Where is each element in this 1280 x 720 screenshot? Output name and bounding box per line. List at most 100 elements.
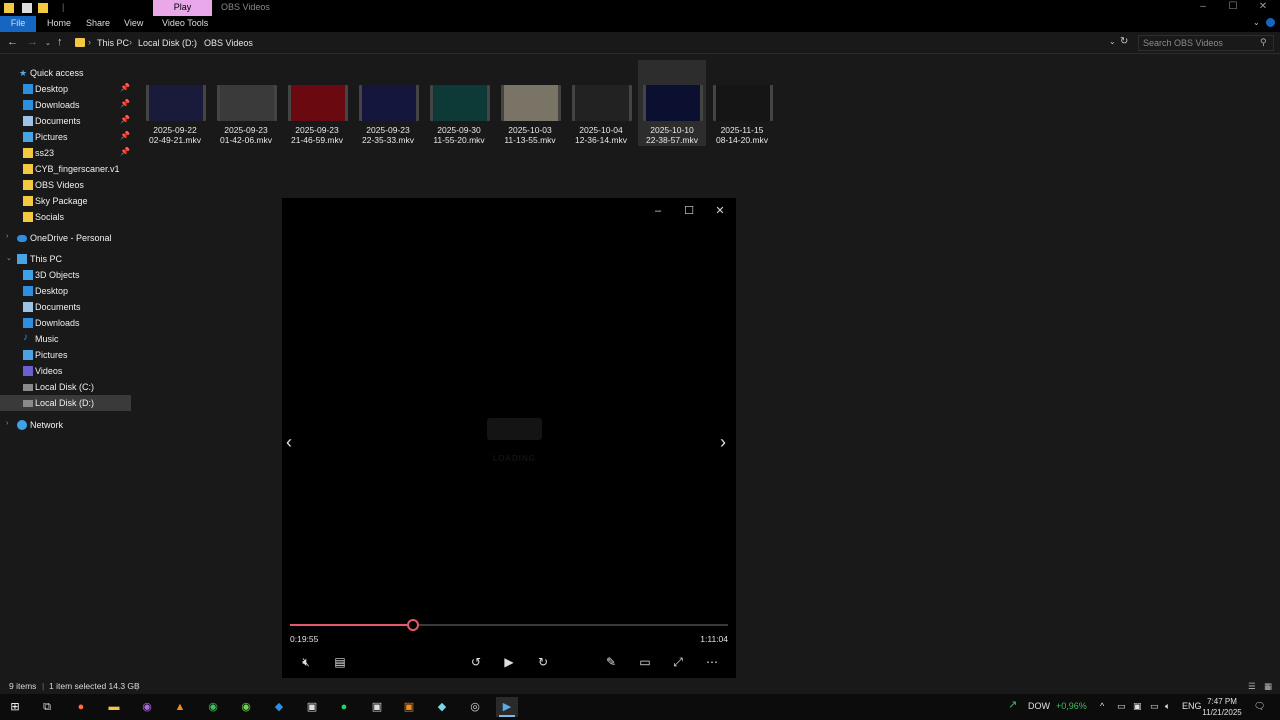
refresh-icon[interactable]: ↻ bbox=[1120, 36, 1128, 47]
pin-icon[interactable]: 📌 bbox=[120, 115, 130, 124]
seek-thumb[interactable] bbox=[406, 619, 419, 631]
details-view-icon[interactable]: ☰ bbox=[1248, 681, 1256, 692]
crumb-separator[interactable]: › bbox=[88, 37, 91, 47]
fullscreen-icon[interactable]: ⤢ bbox=[666, 653, 690, 671]
next-arrow-icon[interactable]: › bbox=[720, 432, 726, 453]
seek-bar[interactable] bbox=[290, 619, 728, 631]
edit-pencil-icon[interactable]: ✎ bbox=[599, 653, 623, 671]
pin-icon[interactable]: 📌 bbox=[120, 83, 130, 92]
sidebar-item-videos[interactable]: Videos bbox=[0, 363, 131, 379]
show-hidden-icons[interactable]: ^ bbox=[1100, 701, 1104, 711]
crumb-separator[interactable]: › bbox=[129, 37, 132, 47]
collapse-chevron-icon[interactable]: ⌄ bbox=[6, 254, 12, 262]
file-tile[interactable]: 2025-09-23 01-42-06.mkv bbox=[212, 60, 280, 146]
sidebar-item-pc-documents[interactable]: Documents bbox=[0, 299, 131, 315]
expand-chevron-icon[interactable]: › bbox=[6, 420, 8, 427]
address-dropdown-icon[interactable]: ⌄ bbox=[1109, 37, 1116, 46]
browser-icon[interactable]: ◉ bbox=[136, 697, 158, 717]
large-icons-view-icon[interactable]: ▦ bbox=[1264, 681, 1272, 692]
vscode-icon[interactable]: ◆ bbox=[268, 697, 290, 717]
file-tile[interactable]: 2025-10-03 11-13-55.mkv bbox=[496, 60, 564, 146]
firefox-icon[interactable]: ● bbox=[70, 697, 92, 717]
volume-icon[interactable]: 🔈︎ bbox=[1165, 701, 1170, 712]
skip-forward-30-icon[interactable]: ↻ bbox=[531, 653, 555, 671]
media-player-icon[interactable]: ▶ bbox=[496, 697, 518, 717]
app-cyan-icon[interactable]: ◆ bbox=[431, 697, 453, 717]
start-windows-icon[interactable]: ⊞ bbox=[4, 697, 26, 717]
address-bar[interactable]: › This PC › Local Disk (D:) › OBS Videos… bbox=[72, 35, 1134, 51]
sidebar-item-pc-downloads[interactable]: Downloads bbox=[0, 315, 131, 331]
player-minimize-button[interactable]: – bbox=[644, 202, 672, 220]
help-icon[interactable] bbox=[1266, 18, 1275, 27]
network-icon[interactable]: ▭ bbox=[1150, 701, 1159, 712]
crumb-separator[interactable]: › bbox=[194, 37, 197, 47]
mute-icon[interactable]: 🔇︎ bbox=[294, 653, 318, 671]
properties-icon[interactable] bbox=[22, 3, 32, 13]
sidebar-item-pictures[interactable]: Pictures 📌 bbox=[0, 129, 131, 145]
sidebar-item-music[interactable]: ♪ Music bbox=[0, 331, 131, 347]
player-close-button[interactable]: ✕ bbox=[706, 202, 734, 220]
sidebar-item-documents[interactable]: Documents 📌 bbox=[0, 113, 131, 129]
file-explorer-icon[interactable]: ▬ bbox=[103, 697, 125, 717]
tab-view[interactable]: View bbox=[124, 18, 143, 28]
pin-icon[interactable]: 📌 bbox=[120, 99, 130, 108]
minimize-button[interactable]: – bbox=[1188, 0, 1218, 16]
maximize-button[interactable]: ☐ bbox=[1218, 0, 1248, 16]
file-tile[interactable]: 2025-09-23 22-35-33.mkv bbox=[354, 60, 422, 146]
sidebar-item-pc-pictures[interactable]: Pictures bbox=[0, 347, 131, 363]
breadcrumb-obs-videos[interactable]: OBS Videos bbox=[204, 38, 253, 48]
sidebar-item-ss23[interactable]: ss23 📌 bbox=[0, 145, 131, 161]
app-green-icon[interactable]: ◉ bbox=[202, 697, 224, 717]
tab-file[interactable]: File bbox=[0, 16, 36, 32]
tab-home[interactable]: Home bbox=[47, 18, 71, 28]
sidebar-item-pc-desktop[interactable]: Desktop bbox=[0, 283, 131, 299]
breadcrumb-this-pc[interactable]: This PC bbox=[97, 38, 129, 48]
subtitles-icon[interactable]: ▤ bbox=[328, 653, 352, 671]
breadcrumb-local-disk-d[interactable]: Local Disk (D:) bbox=[138, 38, 197, 48]
recent-locations-icon[interactable]: ⌄ bbox=[45, 39, 51, 47]
file-tile[interactable]: 2025-10-04 12-36-14.mkv bbox=[567, 60, 635, 146]
forward-icon[interactable]: → bbox=[27, 36, 38, 48]
close-button[interactable]: ✕ bbox=[1248, 0, 1278, 16]
file-tile-selected[interactable]: 2025-10-10 22-38-57.mkv bbox=[638, 60, 706, 146]
previous-arrow-icon[interactable]: ‹ bbox=[286, 432, 292, 453]
sidebar-item-cyb-fingerscaner[interactable]: CYB_fingerscaner.v1 bbox=[0, 161, 131, 177]
file-tile[interactable]: 2025-09-23 21-46-59.mkv bbox=[283, 60, 351, 146]
stock-name[interactable]: DOW bbox=[1028, 701, 1050, 711]
app-lime-icon[interactable]: ◉ bbox=[235, 697, 257, 717]
file-tile[interactable]: 2025-09-22 02-49-21.mkv bbox=[141, 60, 209, 146]
sidebar-item-this-pc[interactable]: ⌄ This PC bbox=[0, 251, 131, 267]
spotify-icon[interactable]: ● bbox=[333, 697, 355, 717]
sidebar-item-local-disk-c[interactable]: Local Disk (C:) bbox=[0, 379, 131, 395]
tab-share[interactable]: Share bbox=[86, 18, 110, 28]
sidebar-item-local-disk-d[interactable]: Local Disk (D:) bbox=[0, 395, 131, 411]
clock[interactable]: 7:47 PM 11/21/2025 bbox=[1196, 696, 1248, 718]
skip-back-10-icon[interactable]: ↺ bbox=[464, 653, 488, 671]
app-terminal-icon[interactable]: ▣ bbox=[366, 697, 388, 717]
app-orange-box-icon[interactable]: ▣ bbox=[398, 697, 420, 717]
pin-icon[interactable]: 📌 bbox=[120, 147, 130, 156]
file-tile[interactable]: 2025-09-30 11-55-20.mkv bbox=[425, 60, 493, 146]
search-input[interactable]: Search OBS Videos bbox=[1143, 38, 1223, 48]
new-folder-icon[interactable] bbox=[38, 3, 48, 13]
task-view-icon[interactable]: ⧉ bbox=[36, 697, 58, 717]
back-icon[interactable]: ← bbox=[7, 36, 18, 48]
tab-video-tools[interactable]: Video Tools bbox=[162, 18, 208, 28]
sidebar-item-socials[interactable]: Socials bbox=[0, 209, 131, 225]
sidebar-item-3d-objects[interactable]: 3D Objects bbox=[0, 267, 131, 283]
sidebar-item-obs-videos[interactable]: OBS Videos bbox=[0, 177, 131, 193]
app-gallery-icon[interactable]: ▣ bbox=[301, 697, 323, 717]
obs-icon[interactable]: ◎ bbox=[464, 697, 486, 717]
player-maximize-button[interactable]: ☐ bbox=[675, 202, 703, 220]
sidebar-item-network[interactable]: › Network bbox=[0, 417, 131, 433]
search-box[interactable]: Search OBS Videos ⚲ bbox=[1138, 35, 1274, 51]
more-options-icon[interactable]: ⋯ bbox=[700, 653, 724, 671]
stock-change[interactable]: +0,96% bbox=[1056, 701, 1087, 711]
notifications-icon[interactable]: 🗨︎ bbox=[1254, 701, 1265, 712]
expand-chevron-icon[interactable]: › bbox=[6, 233, 8, 240]
tray-app-icon[interactable]: ▣ bbox=[1133, 701, 1142, 712]
miniview-icon[interactable]: ▭ bbox=[633, 653, 657, 671]
play-icon[interactable]: ▶ bbox=[497, 653, 521, 671]
sidebar-item-sky-package[interactable]: Sky Package bbox=[0, 193, 131, 209]
up-icon[interactable]: ↑ bbox=[57, 36, 63, 48]
